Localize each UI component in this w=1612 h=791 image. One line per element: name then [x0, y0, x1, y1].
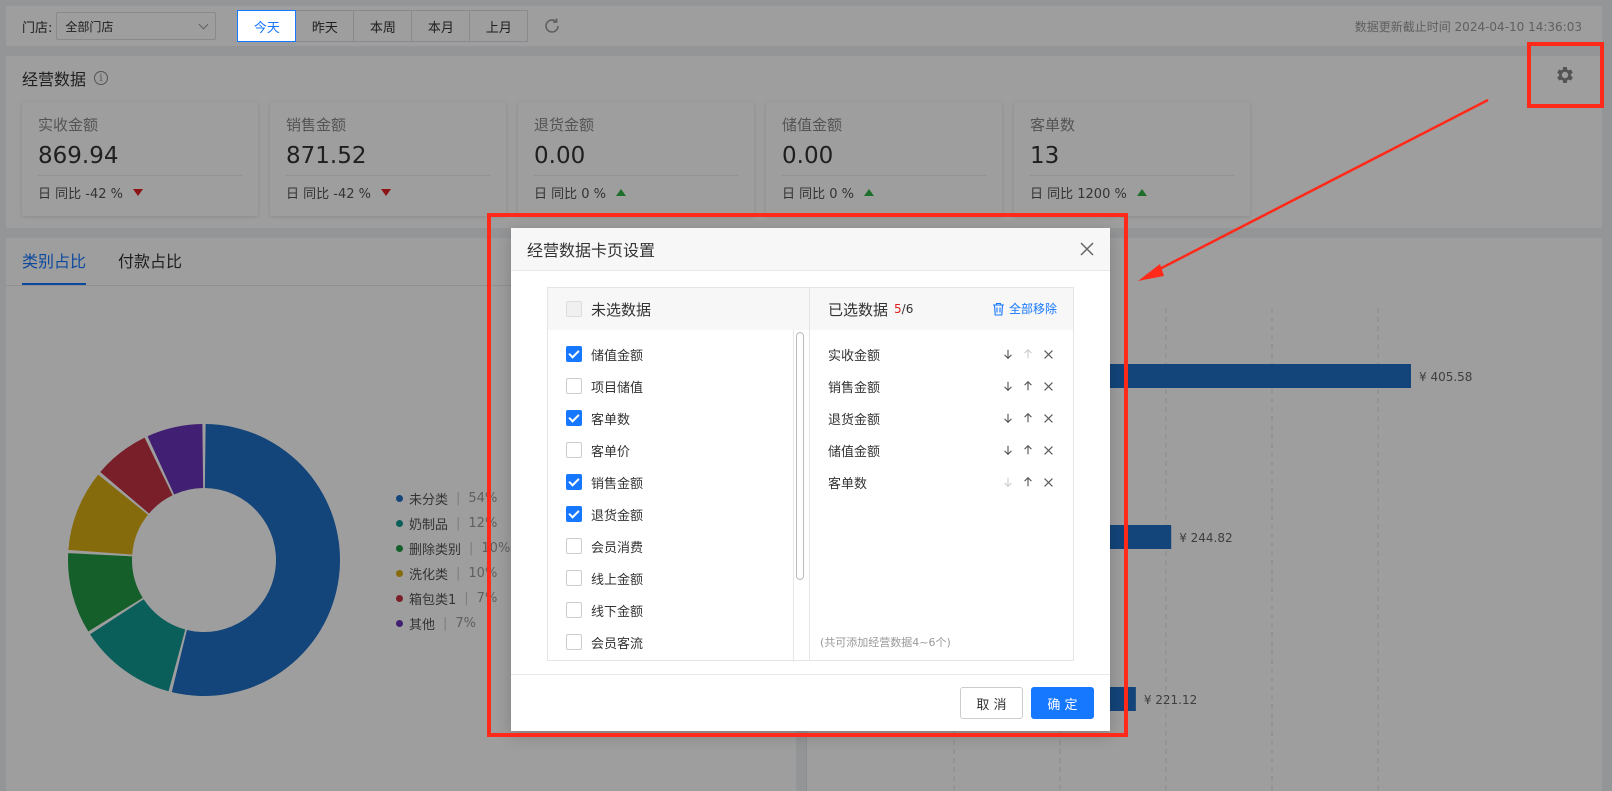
annotation-box-gear	[1527, 42, 1604, 108]
range-today-button[interactable]: 今天	[237, 10, 297, 42]
annotation-box-modal	[487, 213, 1128, 737]
